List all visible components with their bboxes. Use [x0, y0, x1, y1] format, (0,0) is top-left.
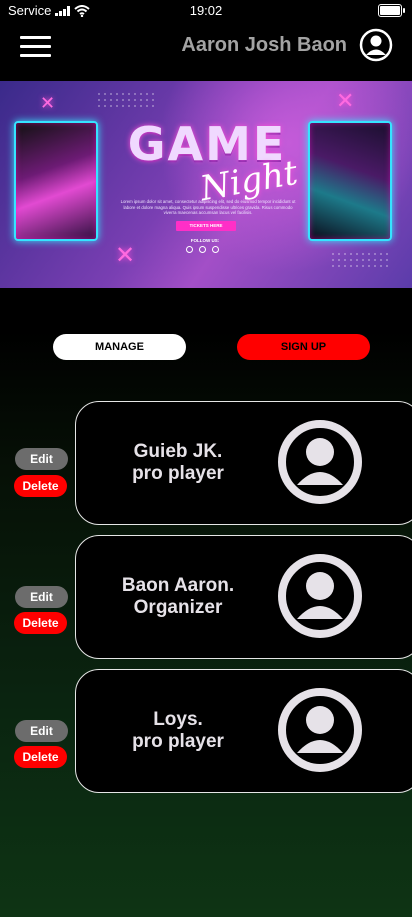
- tickets-button[interactable]: TICKETS HERE: [176, 221, 236, 231]
- user-circle-icon[interactable]: [359, 28, 393, 62]
- sign-up-button[interactable]: SIGN UP: [237, 334, 370, 360]
- vr-headset-photo: [14, 121, 98, 241]
- edit-button[interactable]: Edit: [15, 448, 68, 470]
- member-name: Loys. pro player: [132, 709, 224, 752]
- battery-level: [380, 6, 400, 15]
- follow-label: FOLLOW US:: [190, 238, 220, 243]
- social-icon[interactable]: [199, 246, 206, 253]
- delete-button[interactable]: Delete: [14, 746, 67, 768]
- x-decoration-icon: ✕: [336, 89, 355, 114]
- status-time: 19:02: [189, 3, 223, 18]
- user-name: Aaron Josh Baon: [181, 34, 347, 56]
- social-icon[interactable]: [186, 246, 193, 253]
- member-card[interactable]: Guieb JK. pro player: [75, 401, 412, 525]
- user-avatar-icon: [278, 554, 362, 638]
- social-icon[interactable]: [212, 246, 219, 253]
- status-bar: Service 19:02: [0, 0, 412, 22]
- dot-pattern: [96, 91, 156, 109]
- social-icons: [186, 246, 219, 253]
- member-name: Baon Aaron. Organizer: [121, 575, 235, 618]
- user-avatar-icon: [278, 688, 362, 772]
- delete-button[interactable]: Delete: [14, 475, 67, 497]
- app-header: Aaron Josh Baon: [0, 22, 412, 80]
- x-decoration-icon: ✕: [115, 241, 136, 269]
- x-decoration-icon: ✕: [40, 93, 56, 114]
- user-avatar-icon: [278, 420, 362, 504]
- member-card[interactable]: Baon Aaron. Organizer: [75, 535, 412, 659]
- edit-button[interactable]: Edit: [15, 586, 68, 608]
- edit-button[interactable]: Edit: [15, 720, 68, 742]
- manage-button[interactable]: MANAGE: [53, 334, 186, 360]
- dot-pattern: [330, 251, 390, 269]
- delete-button[interactable]: Delete: [14, 612, 67, 634]
- game-night-banner: ✕ ✕ ✕ GAME Night Lorem ipsum dolor sit a…: [0, 81, 412, 288]
- battery-icon: [378, 4, 405, 17]
- member-name: Guieb JK. pro player: [132, 441, 224, 484]
- gamer-photo: [308, 121, 392, 241]
- hamburger-menu-icon[interactable]: [20, 36, 52, 58]
- member-card[interactable]: Loys. pro player: [75, 669, 412, 793]
- banner-body-text: Lorem ipsum dolor sit amet, consectetur …: [120, 199, 296, 216]
